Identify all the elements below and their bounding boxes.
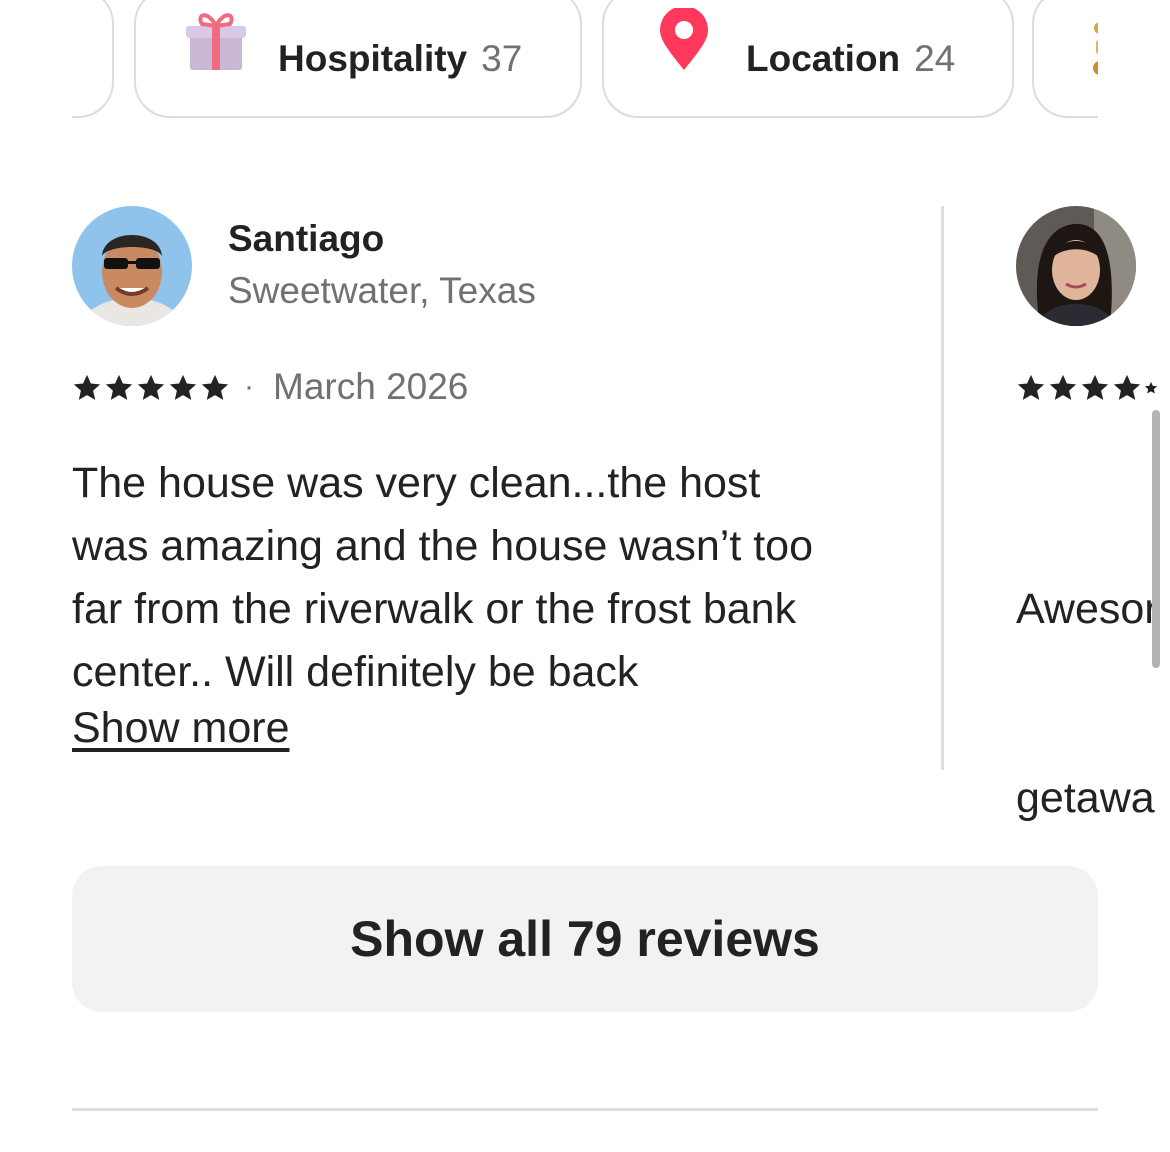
star-icon bbox=[1049, 374, 1077, 400]
reviewer-location: Sweetwater, Texas bbox=[228, 270, 536, 311]
star-icon bbox=[105, 374, 133, 400]
star-rating bbox=[1016, 373, 1158, 403]
review-categories: Hospitality 37 Location 24 bbox=[72, 0, 1098, 124]
star-icon bbox=[1081, 374, 1109, 400]
star-icon bbox=[1017, 374, 1045, 400]
review-date: March 2026 bbox=[273, 366, 469, 407]
separator-dot: · bbox=[244, 370, 254, 403]
chip-label: Location bbox=[746, 38, 901, 79]
chip-hospitality[interactable]: Hospitality 37 bbox=[134, 0, 582, 118]
star-rating bbox=[72, 373, 230, 403]
section-divider bbox=[72, 1108, 1098, 1111]
chip-location[interactable]: Location 24 bbox=[602, 0, 1014, 118]
chip-count: 24 bbox=[914, 38, 956, 79]
scrollbar[interactable] bbox=[1152, 410, 1160, 668]
star-icon bbox=[73, 374, 101, 400]
review-line: The house was very clean...the host bbox=[72, 459, 761, 507]
star-icon bbox=[1144, 381, 1158, 394]
location-pin-icon bbox=[658, 6, 710, 77]
chip-label: Hospitality bbox=[278, 38, 468, 79]
star-icon bbox=[1113, 374, 1141, 400]
review-line: was amazing and the house wasn’t too bbox=[72, 522, 814, 570]
review-line: far from the riverwalk or the frost bank bbox=[72, 585, 797, 633]
show-more-link[interactable]: Show more bbox=[72, 704, 289, 753]
chip-partial-right[interactable] bbox=[1032, 0, 1098, 118]
chip-count: 37 bbox=[481, 38, 523, 79]
avatar[interactable] bbox=[1016, 206, 1136, 326]
show-all-reviews-button[interactable]: Show all 79 reviews bbox=[72, 866, 1098, 1012]
review-text: The house was very clean...the host was … bbox=[72, 452, 892, 704]
avatar[interactable] bbox=[72, 206, 192, 326]
review-line: Awesor bbox=[1016, 585, 1159, 633]
gift-icon bbox=[186, 8, 246, 77]
category-icon bbox=[1090, 20, 1098, 85]
star-icon bbox=[137, 374, 165, 400]
review-divider bbox=[941, 206, 944, 770]
star-icon bbox=[201, 374, 229, 400]
reviewer-name: Santiago bbox=[228, 218, 385, 259]
review-line: center.. Will definitely be back bbox=[72, 648, 639, 696]
star-icon bbox=[169, 374, 197, 400]
chip-partial-left[interactable] bbox=[72, 0, 114, 118]
review-line: getawa bbox=[1016, 774, 1155, 822]
